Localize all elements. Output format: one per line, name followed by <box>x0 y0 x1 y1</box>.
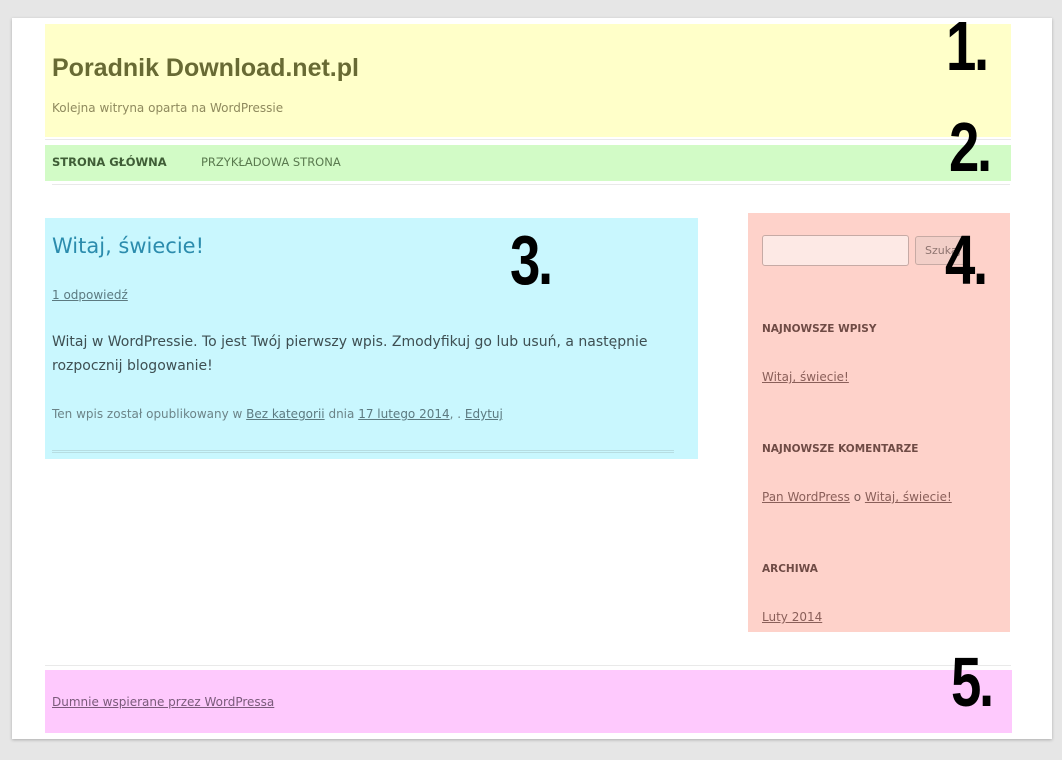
site-description: Kolejna witryna oparta na WordPressie <box>52 101 284 115</box>
nav-divider <box>52 184 1010 185</box>
site-title[interactable]: Poradnik Download.net.pl <box>52 54 359 83</box>
nav-item-home[interactable]: STRONA GŁÓWNA <box>52 155 167 169</box>
region-marker-3: 3. <box>510 221 553 299</box>
header-divider <box>45 139 1011 140</box>
comments-link[interactable]: 1 odpowiedź <box>52 288 128 302</box>
region-marker-1: 1. <box>946 7 989 85</box>
post-article: Witaj, świecie! 1 odpowiedź Witaj w Word… <box>45 218 698 459</box>
page: Poradnik Download.net.pl Kolejna witryna… <box>12 11 1052 739</box>
post-meta-separator: , . <box>449 407 462 421</box>
region-marker-4: 4. <box>945 221 988 299</box>
footer-divider <box>45 665 1011 666</box>
archives-title: ARCHIWA <box>762 563 818 575</box>
edit-link[interactable]: Edytuj <box>465 407 503 421</box>
post-content: Witaj w WordPressie. To jest Twój pierws… <box>52 334 648 374</box>
main-navigation: STRONA GŁÓWNA PRZYKŁADOWA STRONA <box>45 145 1011 181</box>
search-input[interactable] <box>762 235 909 266</box>
region-marker-5: 5. <box>951 643 994 721</box>
post-meta: Ten wpis został opublikowany w Bez kateg… <box>52 407 503 421</box>
category-link[interactable]: Bez kategorii <box>246 407 324 421</box>
archive-item: Luty 2014 <box>762 610 822 624</box>
recent-post-item: Witaj, świecie! <box>762 370 849 384</box>
post-meta-date-prefix: dnia <box>328 407 355 421</box>
post-title[interactable]: Witaj, świecie! <box>52 234 204 258</box>
footer-credit-link[interactable]: Dumnie wspierane przez WordPressa <box>52 695 274 709</box>
post-meta-prefix: Ten wpis został opublikowany w <box>52 407 243 421</box>
comment-author-link[interactable]: Pan WordPress <box>762 490 850 504</box>
site-header: Poradnik Download.net.pl Kolejna witryna… <box>45 24 1011 137</box>
comment-post-link[interactable]: Witaj, świecie! <box>865 490 952 504</box>
nav-item-sample-page[interactable]: PRZYKŁADOWA STRONA <box>201 155 341 169</box>
recent-posts-title: NAJNOWSZE WPISY <box>762 323 877 335</box>
recent-comments-title: NAJNOWSZE KOMENTARZE <box>762 443 919 455</box>
date-link[interactable]: 17 lutego 2014 <box>358 407 449 421</box>
recent-post-link[interactable]: Witaj, świecie! <box>762 370 849 384</box>
post-divider <box>52 450 674 453</box>
site-footer: Dumnie wspierane przez WordPressa <box>45 670 1012 733</box>
comment-connector: o <box>853 490 862 504</box>
region-marker-2: 2. <box>949 108 992 186</box>
archive-link[interactable]: Luty 2014 <box>762 610 822 624</box>
recent-comment-item: Pan WordPress o Witaj, świecie! <box>762 490 952 504</box>
